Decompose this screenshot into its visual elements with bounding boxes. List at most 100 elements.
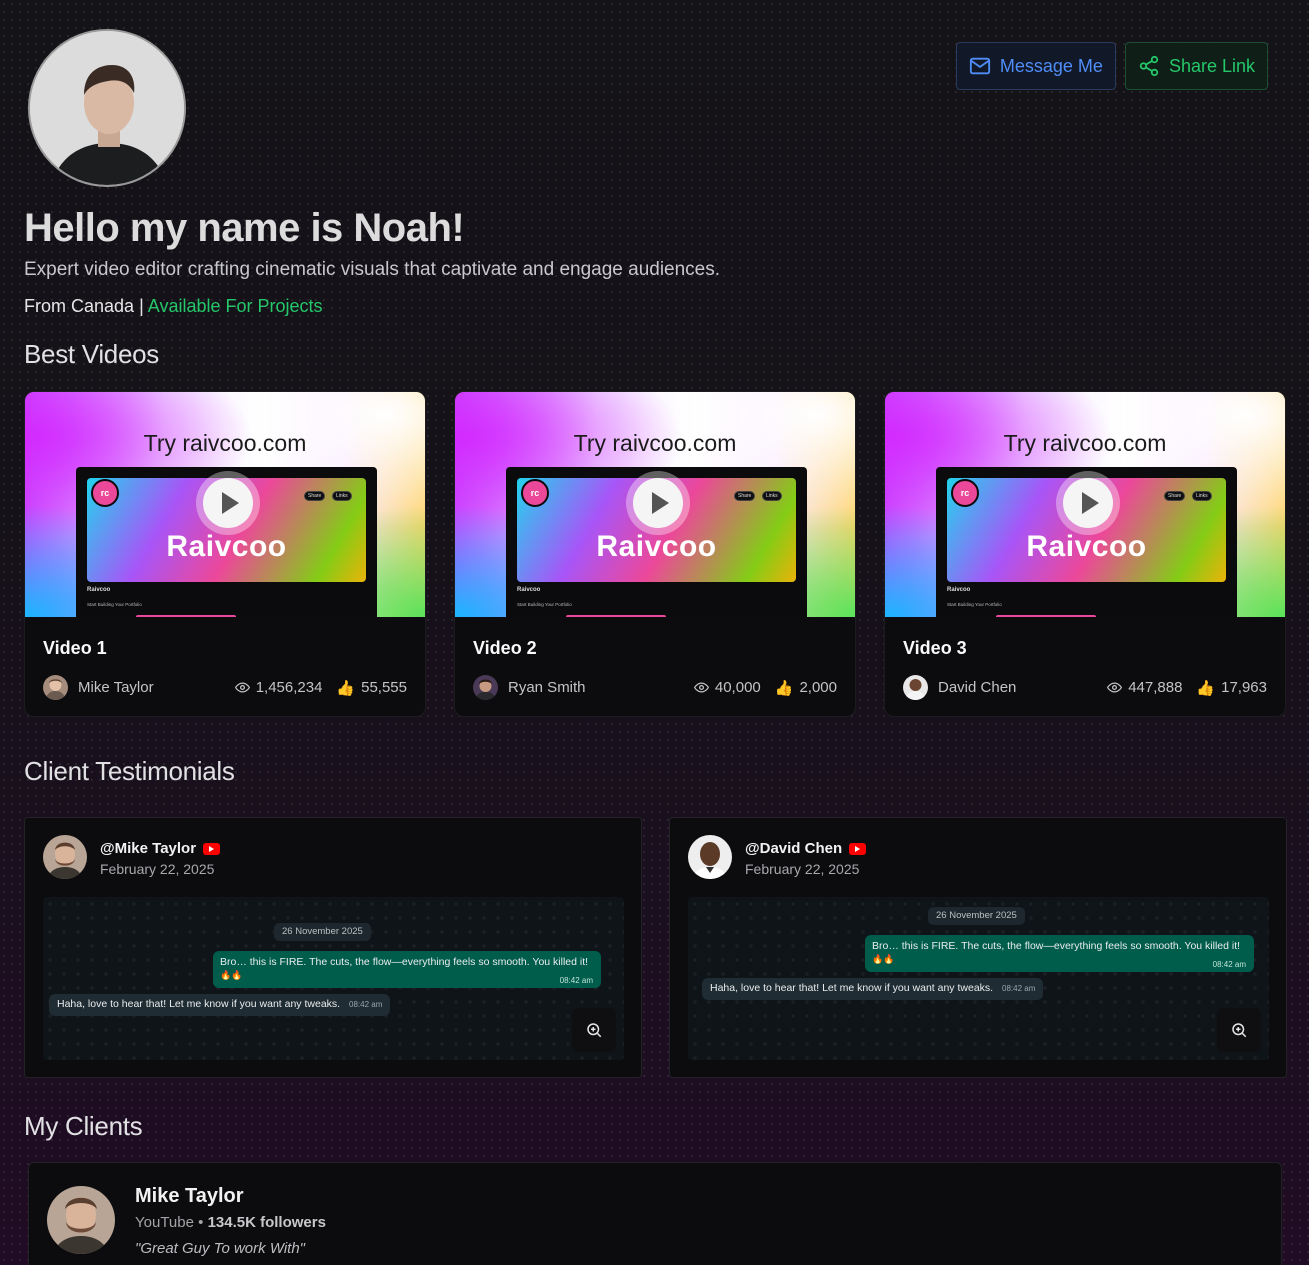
- client-message: Bro… this is FIRE. The cuts, the flow—ev…: [213, 951, 601, 988]
- video-card[interactable]: Try raivcoo.com Raivcoo rc Share Links R…: [454, 391, 856, 717]
- client-meta: YouTube • 134.5K followers: [135, 1214, 326, 1231]
- client-avatar: [47, 1186, 115, 1254]
- testimonial-handle: @David Chen: [745, 840, 843, 857]
- profile-tagline: Expert video editor crafting cinematic v…: [24, 259, 721, 280]
- video-thumbnail[interactable]: Try raivcoo.com Raivcoo rc Share Links R…: [25, 392, 425, 617]
- profile-photo: [30, 31, 184, 185]
- preview-logo: rc: [951, 479, 979, 507]
- client-followers: 134.5K followers: [207, 1214, 326, 1231]
- reply-message-text: Haha, love to hear that! Let me know if …: [57, 998, 341, 1010]
- testimonial-date: February 22, 2025: [745, 861, 860, 877]
- preview-title: Raivcoo: [517, 587, 541, 593]
- thumbnail-caption: Try raivcoo.com: [573, 430, 737, 456]
- play-icon: [652, 492, 669, 514]
- eye-icon: [693, 682, 709, 693]
- preview-logo: rc: [91, 479, 119, 507]
- thumbnail-caption: Try raivcoo.com: [143, 430, 307, 456]
- play-button[interactable]: [196, 471, 260, 535]
- profile-heading: Hello my name is Noah!: [24, 206, 465, 250]
- creator-name: Ryan Smith: [508, 679, 586, 696]
- chat-screenshot[interactable]: 26 November 2025 Bro… this is FIRE. The …: [688, 897, 1269, 1060]
- chat-date: 26 November 2025: [274, 923, 371, 941]
- youtube-icon: [203, 842, 221, 855]
- testimonial-date: February 22, 2025: [100, 861, 215, 877]
- testimonial-avatar: [688, 835, 732, 879]
- play-icon: [1082, 492, 1099, 514]
- chat-screenshot[interactable]: 26 November 2025 Bro… this is FIRE. The …: [43, 897, 624, 1060]
- preview-links-pill: Links: [1192, 491, 1212, 501]
- testimonial-card: @David Chen February 22, 2025 26 Novembe…: [669, 817, 1287, 1078]
- testimonial-card: @Mike Taylor February 22, 2025 26 Novemb…: [24, 817, 642, 1078]
- creator-name: Mike Taylor: [78, 679, 154, 696]
- creator-avatar: [473, 675, 498, 700]
- reply-time: 08:42 am: [349, 1000, 383, 1009]
- preview-share-pill: Share: [734, 491, 756, 501]
- message-me-label: Message Me: [999, 55, 1103, 76]
- video-card[interactable]: Try raivcoo.com Raivcoo rc Share Links R…: [884, 391, 1286, 717]
- reply-message: Haha, love to hear that! Let me know if …: [49, 994, 391, 1016]
- zoom-in-icon: [1232, 1023, 1247, 1038]
- reply-time: 08:42 am: [1002, 984, 1036, 993]
- thumbs-up-icon: 👍: [336, 679, 356, 697]
- creator-name: David Chen: [938, 679, 1017, 696]
- reply-message-text: Haha, love to hear that! Let me know if …: [710, 982, 994, 994]
- client-name: Mike Taylor: [135, 1185, 244, 1207]
- message-me-button[interactable]: Message Me: [955, 42, 1116, 90]
- client-quote: "Great Guy To work With": [135, 1240, 306, 1257]
- availability-status: Available For Projects: [147, 296, 323, 316]
- video-card[interactable]: Try raivcoo.com Raivcoo rc Share Links R…: [24, 391, 426, 717]
- preview-share-pill: Share: [1164, 491, 1186, 501]
- zoom-in-icon: [587, 1023, 602, 1038]
- preview-share-pill: Share: [304, 491, 326, 501]
- videos-grid: Try raivcoo.com Raivcoo rc Share Links R…: [24, 391, 1286, 717]
- section-title-videos: Best Videos: [24, 339, 159, 369]
- play-icon: [222, 492, 239, 514]
- mail-icon: [969, 57, 990, 75]
- zoom-button[interactable]: [572, 1008, 616, 1052]
- client-card[interactable]: Mike Taylor YouTube • 134.5K followers "…: [28, 1162, 1282, 1265]
- location-text: From Canada: [24, 296, 135, 316]
- message-time: 08:42 am: [559, 976, 593, 985]
- preview-logo: rc: [521, 479, 549, 507]
- preview-brand: Raivcoo: [166, 530, 287, 563]
- testimonial-handle: @Mike Taylor: [100, 840, 197, 857]
- preview-title: Raivcoo: [947, 587, 971, 593]
- fire-emoji: 🔥🔥: [220, 970, 243, 980]
- section-title-testimonials: Client Testimonials: [24, 756, 235, 786]
- reply-message: Haha, love to hear that! Let me know if …: [702, 978, 1044, 1000]
- chat-date: 26 November 2025: [928, 907, 1025, 925]
- preview-bar: [996, 615, 1096, 617]
- like-count: 2,000: [799, 679, 837, 696]
- play-button[interactable]: [1056, 471, 1120, 535]
- preview-title: Raivcoo: [87, 587, 111, 593]
- testimonials-grid: @Mike Taylor February 22, 2025 26 Novemb…: [24, 817, 1287, 1078]
- eye-icon: [234, 682, 250, 693]
- view-count: 40,000: [714, 679, 761, 696]
- view-count: 1,456,234: [255, 679, 323, 696]
- preview-subtitle: Start Building Your Portfolio: [517, 602, 572, 607]
- preview-brand: Raivcoo: [1026, 530, 1147, 563]
- separator: |: [139, 296, 144, 316]
- zoom-button[interactable]: [1217, 1008, 1261, 1052]
- creator-avatar: [43, 675, 68, 700]
- video-thumbnail[interactable]: Try raivcoo.com Raivcoo rc Share Links R…: [885, 392, 1285, 617]
- preview-links-pill: Links: [762, 491, 782, 501]
- share-link-label: Share Link: [1168, 55, 1255, 76]
- share-link-button[interactable]: Share Link: [1124, 42, 1268, 90]
- thumbnail-caption: Try raivcoo.com: [1003, 430, 1167, 456]
- client-platform: YouTube: [135, 1214, 194, 1231]
- like-count: 55,555: [361, 679, 407, 696]
- preview-links-pill: Links: [332, 491, 352, 501]
- message-time: 08:42 am: [1212, 960, 1246, 969]
- meta-dot: •: [198, 1214, 204, 1231]
- video-thumbnail[interactable]: Try raivcoo.com Raivcoo rc Share Links R…: [455, 392, 855, 617]
- eye-icon: [1107, 682, 1123, 693]
- video-title: Video 3: [903, 638, 967, 658]
- video-title: Video 1: [43, 638, 107, 658]
- client-message-text: Bro… this is FIRE. The cuts, the flow—ev…: [220, 956, 589, 968]
- client-message: Bro… this is FIRE. The cuts, the flow—ev…: [865, 935, 1254, 972]
- play-button[interactable]: [626, 471, 690, 535]
- preview-subtitle: Start Building Your Portfolio: [87, 602, 142, 607]
- preview-bar: [566, 615, 666, 617]
- client-message-text: Bro… this is FIRE. The cuts, the flow—ev…: [872, 940, 1241, 952]
